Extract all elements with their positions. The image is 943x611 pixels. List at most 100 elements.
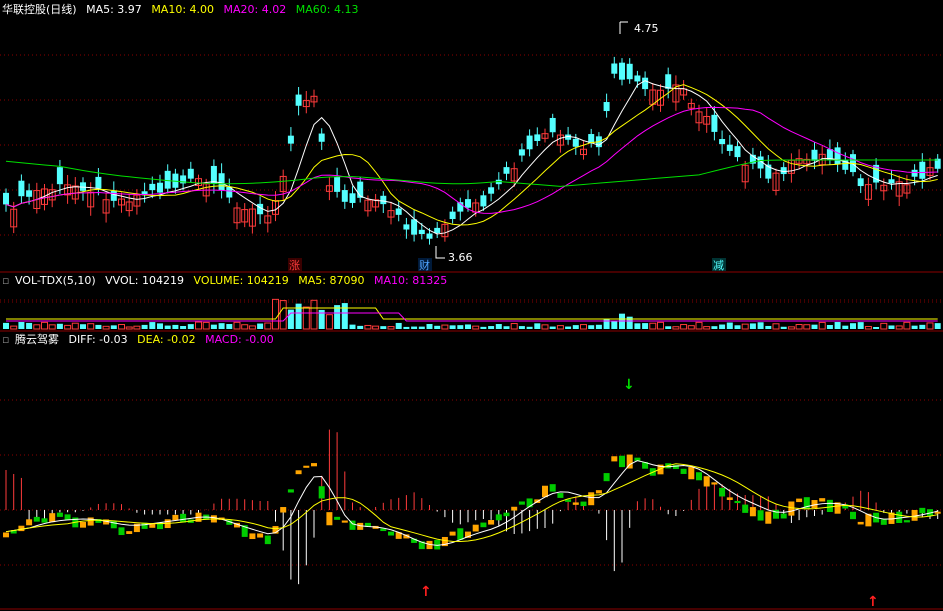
volume-bar-down [665,326,672,329]
candle-down [572,138,579,147]
volume-bar-up [64,324,72,330]
volume-bar-down [642,323,649,329]
buy-signal-arrow-1: ↑ [420,584,432,600]
volume-bar-down [3,322,9,329]
volume-bar-up [102,325,110,330]
macd-candle [880,519,887,525]
macd-candle [172,514,179,521]
candle-down [95,176,102,189]
candle-down [149,183,156,191]
volume-bar-up [895,325,903,330]
chart-canvas[interactable]: 4.75 3.66 涨 财 减 ↓ ↑ ↑ [0,0,943,611]
macd-candle [56,512,63,517]
candle-down [56,167,63,185]
diff-line [5,460,938,546]
volume-bar-down [934,323,941,329]
macd-candle [488,520,495,525]
candle-down [726,144,733,151]
candle-down [164,170,171,189]
volume-bar-up [125,326,133,330]
macd-candle [18,525,25,532]
volume-bar-down [549,326,556,329]
macd-candle [749,507,756,517]
high-marker [619,21,628,34]
candle-down [341,190,348,202]
candle-down [503,167,510,174]
candle-down [834,147,841,165]
candle-down [287,135,294,144]
macd-candle [557,492,564,498]
volume-bar-down [488,326,495,329]
macd-candle [326,512,333,526]
volume-bar-down [611,320,618,329]
macd-candle [765,511,772,524]
volume-bar-down [588,325,595,329]
volume-bar-down [811,324,818,329]
volume-bar-down [187,324,194,329]
candle-down [488,187,495,194]
volume-bar-up [672,326,680,330]
volume-bar-up [264,322,272,330]
volume-bar-down [380,326,387,329]
volume-bar-down [210,324,217,329]
candle-down [518,149,525,156]
macd-candle [726,497,733,500]
candle-down [403,224,410,230]
candle-down [318,133,325,142]
candle-down [811,149,818,161]
volume-bar-down [595,324,602,329]
volume-bar-up [695,321,703,330]
volume-bar-down [218,323,225,329]
candle-down [449,211,456,220]
macd-candle [495,514,502,521]
candle-down [187,168,194,179]
candle-down [434,227,441,233]
candle-down [395,208,402,215]
candle-down [780,167,787,175]
volume-bar-down [572,325,579,329]
volume-bar-up [903,321,911,330]
macd-candle [257,533,264,538]
candle-down [411,219,418,235]
macd-candle [3,532,9,538]
volume-bar-up [272,298,279,330]
macd-candle [757,510,764,521]
event-marker-cai-text: 财 [419,258,430,272]
macd-candle [518,501,525,505]
volume-bar-down [480,326,487,329]
candle-down [210,165,217,184]
macd-candle [680,468,687,474]
candle-down [526,135,533,150]
event-marker-jian-text: 减 [713,259,724,272]
macd-candle [611,456,618,462]
volume-bar-up [772,323,780,330]
macd-candle [603,473,610,482]
volume-bar-down [826,324,833,329]
candle-down [218,173,225,191]
candle-down [157,182,163,193]
volume-bar-up [279,300,287,330]
macd-candle [588,492,595,506]
volume-bar-down [734,325,741,329]
volume-bars [3,298,941,330]
event-marker-zhang-text: 涨 [289,259,300,272]
candle-down [619,62,625,80]
candle-down [380,195,387,205]
volume-bar-up [325,314,333,330]
volume-bar-down [495,324,502,329]
candle-down [480,195,487,207]
candle-down [734,146,741,158]
volume-bar-up [48,324,56,330]
volume-bar-up [649,322,657,330]
macd-candle [734,500,741,504]
macd-candle [388,531,394,536]
candle-down [603,102,610,112]
macd-candle [696,472,702,481]
macd-candle [472,524,479,532]
ma60-line [5,159,938,187]
volume-bar-up [33,324,41,330]
macd-candle [511,506,518,511]
macd-candle [33,516,40,522]
ma10-line [5,84,938,226]
volume-bar-down [180,325,187,329]
